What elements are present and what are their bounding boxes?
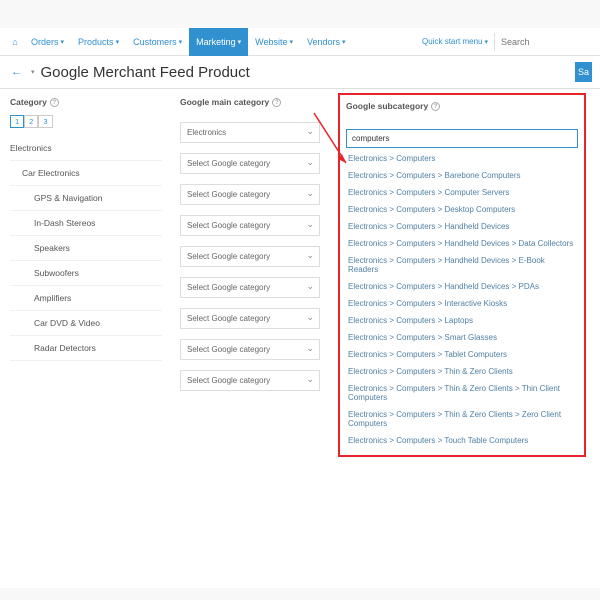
subcategory-option[interactable]: Electronics > Computers > Handheld Devic… (346, 218, 578, 235)
help-icon[interactable]: ? (272, 98, 281, 107)
category-row: Speakers (10, 236, 162, 261)
category-row: Car DVD & Video (10, 311, 162, 336)
subcategory-option[interactable]: Electronics > Computers > Barebone Compu… (346, 167, 578, 184)
pagination: 1 2 3 (10, 115, 162, 128)
subcategory-option[interactable]: Electronics > Computers > Handheld Devic… (346, 278, 578, 295)
category-column: Category? 1 2 3 ElectronicsCar Electroni… (10, 97, 162, 457)
category-row: GPS & Navigation (10, 186, 162, 211)
subcategory-option[interactable]: Electronics > Computers > Laptops (346, 312, 578, 329)
search-input[interactable] (494, 33, 594, 51)
main-category-select[interactable]: Select Google category (180, 339, 320, 360)
main-category-select[interactable]: Select Google category (180, 153, 320, 174)
subcategory-option[interactable]: Electronics > Computers > Handheld Devic… (346, 252, 578, 278)
main-category-select[interactable]: Select Google category (180, 277, 320, 298)
help-icon[interactable]: ? (431, 102, 440, 111)
main-category-column: Google main category? ElectronicsSelect … (180, 97, 320, 457)
main-category-select[interactable]: Select Google category (180, 184, 320, 205)
subcategory-option[interactable]: Electronics > Computers > Thin & Zero Cl… (346, 406, 578, 432)
subcategory-search-input[interactable] (346, 129, 578, 148)
subcategory-option[interactable]: Electronics > Computers > Desktop Comput… (346, 201, 578, 218)
subcategory-option[interactable]: Electronics > Computers (346, 150, 578, 167)
page-title: Google Merchant Feed Product (41, 64, 250, 81)
home-icon[interactable]: ⌂ (6, 37, 24, 47)
nav-customers[interactable]: Customers▾ (126, 28, 189, 56)
main-category-select[interactable]: Select Google category (180, 215, 320, 236)
back-icon[interactable]: ← (8, 66, 25, 78)
main-category-select[interactable]: Select Google category (180, 246, 320, 267)
arrow-annotation (308, 107, 348, 167)
subcategory-option[interactable]: Electronics > Computers > Thin & Zero Cl… (346, 380, 578, 406)
nav-vendors[interactable]: Vendors▾ (300, 28, 353, 56)
page-2[interactable]: 2 (24, 115, 38, 128)
nav-marketing[interactable]: Marketing▾ (189, 28, 248, 56)
title-bar: ← ▾ Google Merchant Feed Product Sa (0, 56, 600, 89)
save-button[interactable]: Sa (575, 62, 592, 82)
page-1[interactable]: 1 (10, 115, 24, 128)
subcategory-option[interactable]: Electronics > Computers > Touch Table Co… (346, 432, 578, 449)
subcategory-option[interactable]: Electronics > Computers > Handheld Devic… (346, 235, 578, 252)
page-3[interactable]: 3 (38, 115, 52, 128)
category-row: Electronics (10, 136, 162, 161)
subcategory-option[interactable]: Electronics > Computers > Tablet Compute… (346, 346, 578, 363)
category-row: In-Dash Stereos (10, 211, 162, 236)
nav-website[interactable]: Website▾ (248, 28, 300, 56)
subcategory-column: Google subcategory? Electronics > Comput… (338, 93, 586, 457)
help-icon[interactable]: ? (50, 98, 59, 107)
dropdown-icon[interactable]: ▾ (31, 68, 35, 76)
main-category-select[interactable]: Electronics (180, 122, 320, 143)
subcategory-option[interactable]: Electronics > Computers > Thin & Zero Cl… (346, 363, 578, 380)
category-row: Subwoofers (10, 261, 162, 286)
subcategory-option[interactable]: Electronics > Computers > Computer Serve… (346, 184, 578, 201)
category-row: Radar Detectors (10, 336, 162, 361)
quick-start-menu[interactable]: Quick start menu▾ (416, 37, 494, 46)
nav-orders[interactable]: Orders▾ (24, 28, 71, 56)
main-category-select[interactable]: Select Google category (180, 370, 320, 391)
top-nav: ⌂ Orders▾Products▾Customers▾Marketing▾We… (0, 28, 600, 56)
category-row: Amplifiers (10, 286, 162, 311)
subcategory-option[interactable]: Electronics > Computers > Smart Glasses (346, 329, 578, 346)
main-category-select[interactable]: Select Google category (180, 308, 320, 329)
nav-products[interactable]: Products▾ (71, 28, 126, 56)
subcategory-option[interactable]: Electronics > Computers > Interactive Ki… (346, 295, 578, 312)
category-row: Car Electronics (10, 161, 162, 186)
